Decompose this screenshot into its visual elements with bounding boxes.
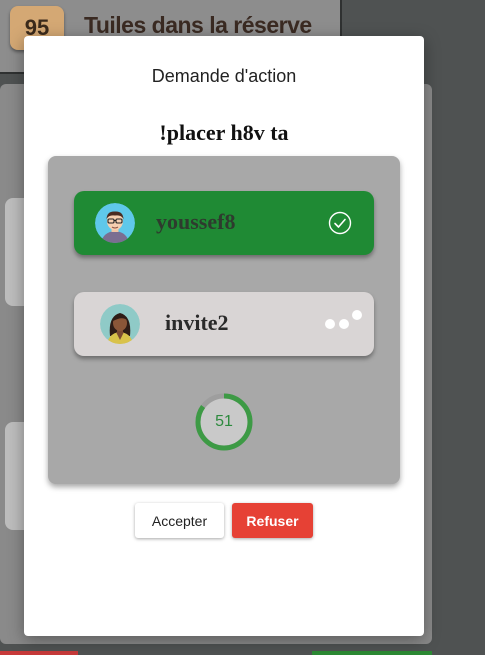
male-avatar-icon <box>95 203 135 243</box>
reserve-label: Tuiles dans la réserve <box>84 12 312 38</box>
loading-dots-icon <box>325 310 362 329</box>
countdown-timer: 51 <box>194 392 254 452</box>
player-card-waiting: invite2 <box>74 292 374 356</box>
player-name: invite2 <box>165 310 229 335</box>
dialog-title: Demande d'action <box>151 66 297 86</box>
accept-button[interactable]: Accepter <box>135 503 224 538</box>
avatar <box>95 203 135 243</box>
female-avatar-icon <box>100 304 140 344</box>
player-name: youssef8 <box>156 209 236 234</box>
avatar <box>100 304 140 344</box>
background-green-strip <box>312 651 432 655</box>
action-command: !placer h8v ta <box>159 120 289 145</box>
players-panel: youssef8 invite2 51 <box>48 156 400 484</box>
player-card-accepted: youssef8 <box>74 191 374 255</box>
timer-value: 51 <box>215 413 233 430</box>
check-circle-icon <box>328 211 352 235</box>
action-request-dialog: Demande d'action !placer h8v ta youssef8 <box>24 36 424 636</box>
background-red-strip <box>0 651 78 655</box>
refuse-button[interactable]: Refuser <box>232 503 313 538</box>
